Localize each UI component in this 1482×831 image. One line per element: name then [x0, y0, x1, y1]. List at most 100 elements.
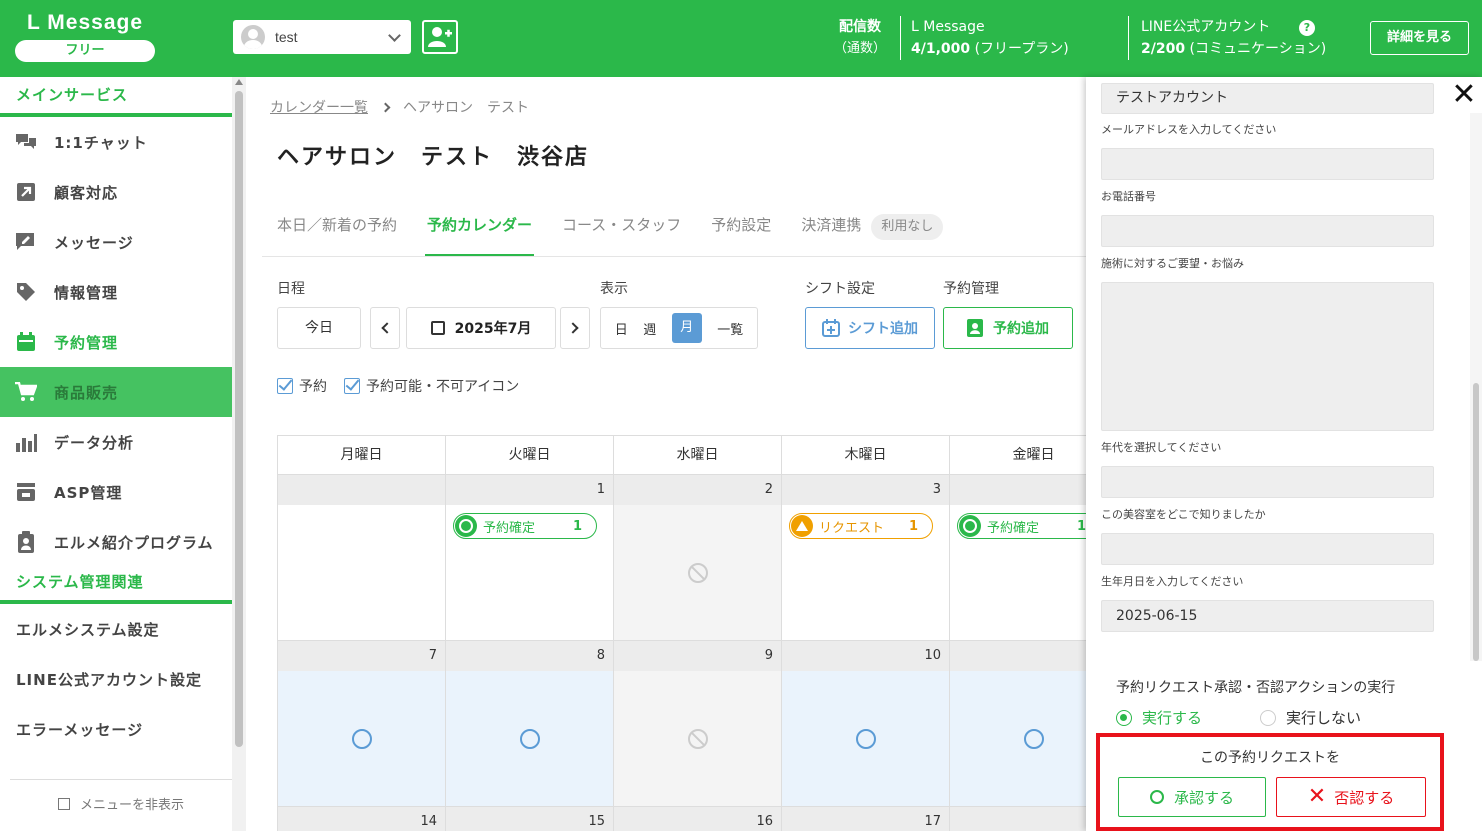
sidebar-item-chat[interactable]: 1:1チャット	[0, 117, 232, 167]
calendar-day[interactable]: 1 予約確定 1	[445, 475, 613, 641]
scrollbar-thumb[interactable]	[1473, 383, 1479, 661]
sidebar-item-info[interactable]: 情報管理	[0, 267, 232, 317]
sidebar-scrollbar[interactable]	[232, 77, 246, 831]
day-number: 17	[782, 807, 949, 831]
day-number: 8	[446, 641, 613, 671]
execute-radio[interactable]: 実行する	[1116, 707, 1202, 728]
day-body[interactable]	[278, 505, 445, 640]
pill-label: 予約確定	[483, 520, 536, 536]
tab-calendar[interactable]: 予約カレンダー	[425, 211, 535, 257]
delivery-count-label: 配信数 （通数）	[820, 16, 900, 60]
close-icon: ✕	[1307, 784, 1327, 809]
phone-field[interactable]	[1101, 215, 1434, 247]
email-field[interactable]	[1101, 148, 1434, 180]
sidebar-item-label: 1:1チャット	[54, 133, 148, 152]
name-field[interactable]: テストアカウント	[1101, 83, 1434, 114]
calendar-day[interactable]: 4 予約確定 1	[949, 475, 1086, 641]
tab-today[interactable]: 本日／新着の予約	[277, 211, 397, 257]
help-icon[interactable]: ?	[1299, 20, 1315, 36]
day-body[interactable]: 予約確定 1	[950, 505, 1086, 640]
prev-month-button[interactable]	[370, 307, 400, 349]
calendar-day[interactable]: 9	[613, 641, 781, 807]
day-body[interactable]	[278, 671, 445, 806]
scroll-up-icon[interactable]	[235, 79, 243, 85]
calendar-icon	[14, 330, 38, 354]
reservation-checkbox[interactable]: 予約	[277, 376, 327, 396]
tab-payment[interactable]: 決済連携 利用なし	[801, 211, 944, 257]
calendar-day[interactable]: 16	[613, 807, 781, 831]
close-panel-button[interactable]: ✕	[1446, 77, 1482, 113]
reservation-confirmed-pill[interactable]: 予約確定 1	[453, 513, 597, 539]
day-body[interactable]	[446, 671, 613, 806]
add-reservation-button[interactable]: 予約追加	[943, 307, 1073, 349]
next-month-button[interactable]	[560, 307, 590, 349]
pill-label: リクエスト	[819, 520, 885, 536]
calendar-icon	[430, 321, 445, 335]
source-field[interactable]	[1101, 533, 1434, 565]
day-body[interactable]	[950, 671, 1086, 806]
sidebar-item-message[interactable]: メッセージ	[0, 217, 232, 267]
sidebar-item-sales[interactable]: 商品販売	[0, 367, 232, 417]
day-number: 10	[782, 641, 949, 671]
today-button[interactable]: 今日	[277, 307, 361, 349]
calendar-day[interactable]: 8	[445, 641, 613, 807]
add-user-button[interactable]	[422, 20, 458, 54]
sidebar-item-referral[interactable]: エルメ紹介プログラム	[0, 517, 232, 567]
detail-button[interactable]: 詳細を見る	[1370, 21, 1469, 55]
calendar-day[interactable]: 10	[781, 641, 949, 807]
day-body[interactable]	[614, 671, 781, 806]
calendar-day[interactable]: 11	[949, 641, 1086, 807]
availability-icon-checkbox[interactable]: 予約可能・不可アイコン	[344, 376, 519, 396]
day-body[interactable]: リクエスト 1	[782, 505, 949, 640]
day-body[interactable]	[614, 505, 781, 640]
view-list[interactable]: 一覧	[717, 319, 743, 338]
sidebar-item-reservation[interactable]: 予約管理	[0, 317, 232, 367]
approve-button[interactable]: 承認する	[1118, 777, 1266, 817]
day-number: 1	[446, 475, 613, 505]
month-picker-button[interactable]: 2025年7月	[406, 307, 556, 349]
account-select[interactable]: test	[233, 20, 411, 54]
sidebar-item-analytics[interactable]: データ分析	[0, 417, 232, 467]
view-day[interactable]: 日	[615, 319, 628, 338]
calendar-day[interactable]: 14	[277, 807, 445, 831]
available-icon	[1024, 729, 1044, 749]
age-select[interactable]	[1101, 466, 1434, 498]
calendar-day[interactable]: 3 リクエスト 1	[781, 475, 949, 641]
tab-course-staff[interactable]: コース・スタッフ	[562, 211, 681, 257]
calendar-day[interactable]	[277, 475, 445, 641]
sidebar-item-system-settings[interactable]: エルメシステム設定	[0, 604, 232, 654]
calendar-day[interactable]	[949, 807, 1086, 831]
sidebar-item-line-settings[interactable]: LINE公式アカウント設定	[0, 654, 232, 704]
sidebar-item-customer[interactable]: 顧客対応	[0, 167, 232, 217]
calendar-day[interactable]: 2	[613, 475, 781, 641]
sidebar-item-error-message[interactable]: エラーメッセージ	[0, 704, 232, 754]
panel-scrollbar[interactable]	[1470, 77, 1482, 661]
radio-selected-icon	[1116, 709, 1132, 726]
divider	[262, 256, 1086, 257]
add-shift-button[interactable]: シフト追加	[805, 307, 935, 349]
sidebar-item-asp[interactable]: ASP管理	[0, 467, 232, 517]
request-textarea[interactable]	[1101, 282, 1434, 431]
logo[interactable]: L Message フリー	[15, 10, 155, 62]
reject-button[interactable]: ✕ 否認する	[1276, 777, 1426, 817]
calendar-day[interactable]: 15	[445, 807, 613, 831]
day-body[interactable]	[782, 671, 949, 806]
tab-settings[interactable]: 予約設定	[711, 211, 771, 257]
view-month[interactable]: 月	[671, 313, 702, 343]
scrollbar-thumb[interactable]	[235, 91, 243, 747]
current-month: 2025年7月	[454, 321, 532, 337]
breadcrumb-link[interactable]: カレンダー一覧	[270, 97, 368, 117]
reservation-request-pill[interactable]: リクエスト 1	[789, 513, 933, 539]
avatar	[241, 25, 265, 49]
day-body[interactable]: 予約確定 1	[446, 505, 613, 640]
view-toggle: 日 週 月 一覧	[600, 307, 758, 349]
calendar-day[interactable]: 17	[781, 807, 949, 831]
status-badge: 利用なし	[871, 214, 944, 240]
calendar-day[interactable]: 7	[277, 641, 445, 807]
view-week[interactable]: 週	[643, 319, 656, 338]
birth-date-field[interactable]: 2025-06-15	[1101, 600, 1434, 632]
reservation-confirmed-pill[interactable]: 予約確定 1	[957, 513, 1086, 539]
hide-menu-button[interactable]: メニューを非表示	[10, 779, 232, 827]
no-execute-radio[interactable]: 実行しない	[1260, 707, 1361, 728]
lm-title: L Message	[911, 19, 985, 35]
